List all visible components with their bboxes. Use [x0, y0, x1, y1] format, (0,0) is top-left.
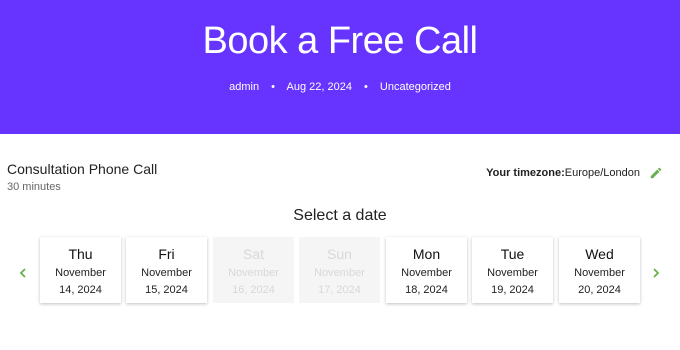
- event-title: Consultation Phone Call: [7, 161, 158, 177]
- date-card-month: November: [141, 267, 192, 279]
- post-meta: admin • Aug 22, 2024 • Uncategorized: [0, 81, 680, 93]
- page-header-banner: Book a Free Call admin • Aug 22, 2024 • …: [0, 0, 680, 134]
- select-date-heading: Select a date: [293, 207, 387, 224]
- date-card-month: November: [487, 267, 538, 279]
- date-card-sat: Sat November 16, 2024: [213, 237, 294, 303]
- date-card-weekday: Wed: [585, 246, 614, 262]
- date-card-mon[interactable]: Mon November 18, 2024: [386, 237, 467, 303]
- post-category-link[interactable]: Uncategorized: [380, 81, 451, 93]
- date-card-month: November: [228, 267, 279, 279]
- date-card-day-year: 16, 2024: [232, 284, 275, 296]
- date-card-weekday: Tue: [500, 246, 525, 262]
- date-card-fri[interactable]: Fri November 15, 2024: [126, 237, 207, 303]
- chevron-right-icon[interactable]: [650, 265, 662, 281]
- date-card-day-year: 18, 2024: [405, 284, 448, 296]
- date-card-weekday: Mon: [412, 246, 441, 262]
- date-card-month: November: [55, 267, 106, 279]
- date-card-weekday: Sun: [327, 246, 352, 262]
- date-card-wed[interactable]: Wed November 20, 2024: [559, 237, 640, 303]
- page-title: Book a Free Call: [202, 20, 478, 62]
- timezone-value: Europe/London: [564, 167, 640, 179]
- date-card-tue[interactable]: Tue November 19, 2024: [472, 237, 553, 303]
- timezone-display: Your timezone:Europe/London: [486, 167, 640, 179]
- date-card-weekday: Thu: [68, 246, 93, 262]
- date-card-weekday: Fri: [158, 246, 175, 262]
- date-card-weekday: Sat: [242, 246, 264, 262]
- date-card-day-year: 15, 2024: [145, 284, 188, 296]
- timezone-label: Your timezone:: [486, 167, 565, 179]
- pencil-icon[interactable]: [649, 166, 663, 180]
- meta-separator: •: [271, 81, 276, 93]
- meta-separator: •: [364, 81, 368, 93]
- date-card-month: November: [401, 267, 452, 279]
- post-author-link[interactable]: admin: [229, 81, 259, 93]
- event-duration: 30 minutes: [7, 181, 61, 193]
- post-date-link[interactable]: Aug 22, 2024: [286, 81, 351, 93]
- date-card-thu[interactable]: Thu November 14, 2024: [40, 237, 121, 303]
- date-card-month: November: [314, 267, 365, 279]
- date-card-day-year: 14, 2024: [59, 284, 102, 296]
- date-card-sun: Sun November 17, 2024: [299, 237, 380, 303]
- date-card-month: November: [574, 267, 625, 279]
- date-card-day-year: 20, 2024: [578, 284, 621, 296]
- chevron-left-icon[interactable]: [17, 265, 29, 281]
- date-card-day-year: 17, 2024: [318, 284, 361, 296]
- date-card-day-year: 19, 2024: [491, 284, 534, 296]
